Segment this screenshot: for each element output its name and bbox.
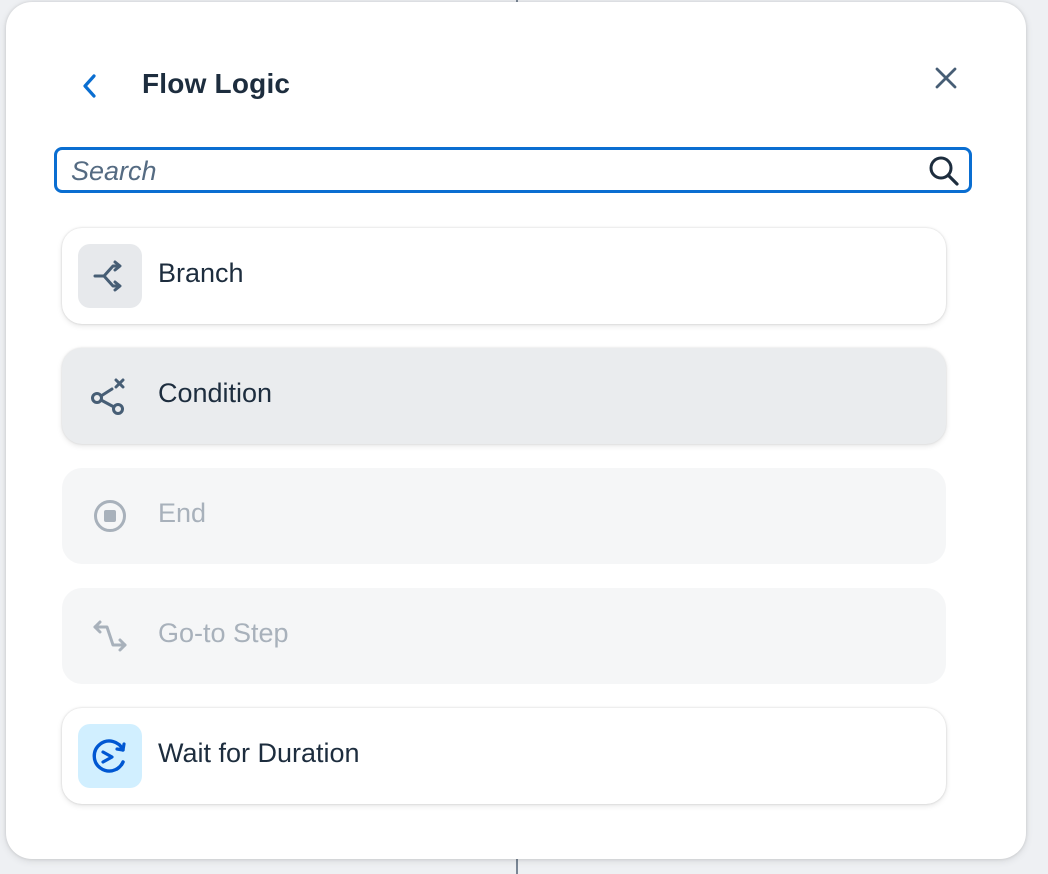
flow-logic-list: Branch Condition End Go-to Step Wait for… — [62, 228, 946, 828]
panel-title: Flow Logic — [142, 68, 291, 99]
list-item-end: End — [62, 468, 946, 564]
back-button[interactable] — [74, 68, 106, 104]
close-icon — [935, 67, 957, 89]
flow-logic-panel: Flow Logic Branch — [6, 2, 1026, 859]
list-item-label: Wait for Duration — [158, 738, 360, 768]
list-item-label: Go-to Step — [158, 618, 289, 648]
list-item-label: End — [158, 498, 207, 528]
panel-header: Flow Logic — [6, 2, 1026, 142]
list-item-condition[interactable]: Condition — [62, 348, 946, 444]
go-to-step-icon — [78, 604, 142, 668]
list-item-go-to-step: Go-to Step — [62, 588, 946, 684]
end-icon — [78, 484, 142, 548]
list-item-branch[interactable]: Branch — [62, 228, 946, 324]
list-item-label: Condition — [158, 378, 273, 408]
list-item-wait-for-duration[interactable]: Wait for Duration — [62, 708, 946, 804]
search-icon[interactable] — [927, 154, 961, 188]
search-input[interactable] — [69, 150, 913, 192]
condition-icon — [78, 364, 142, 428]
chevron-left-icon — [83, 74, 96, 98]
branch-icon — [78, 244, 142, 308]
close-button[interactable] — [926, 58, 966, 98]
wait-for-duration-icon — [78, 724, 142, 788]
search-field[interactable] — [54, 147, 972, 193]
list-item-label: Branch — [158, 258, 244, 288]
